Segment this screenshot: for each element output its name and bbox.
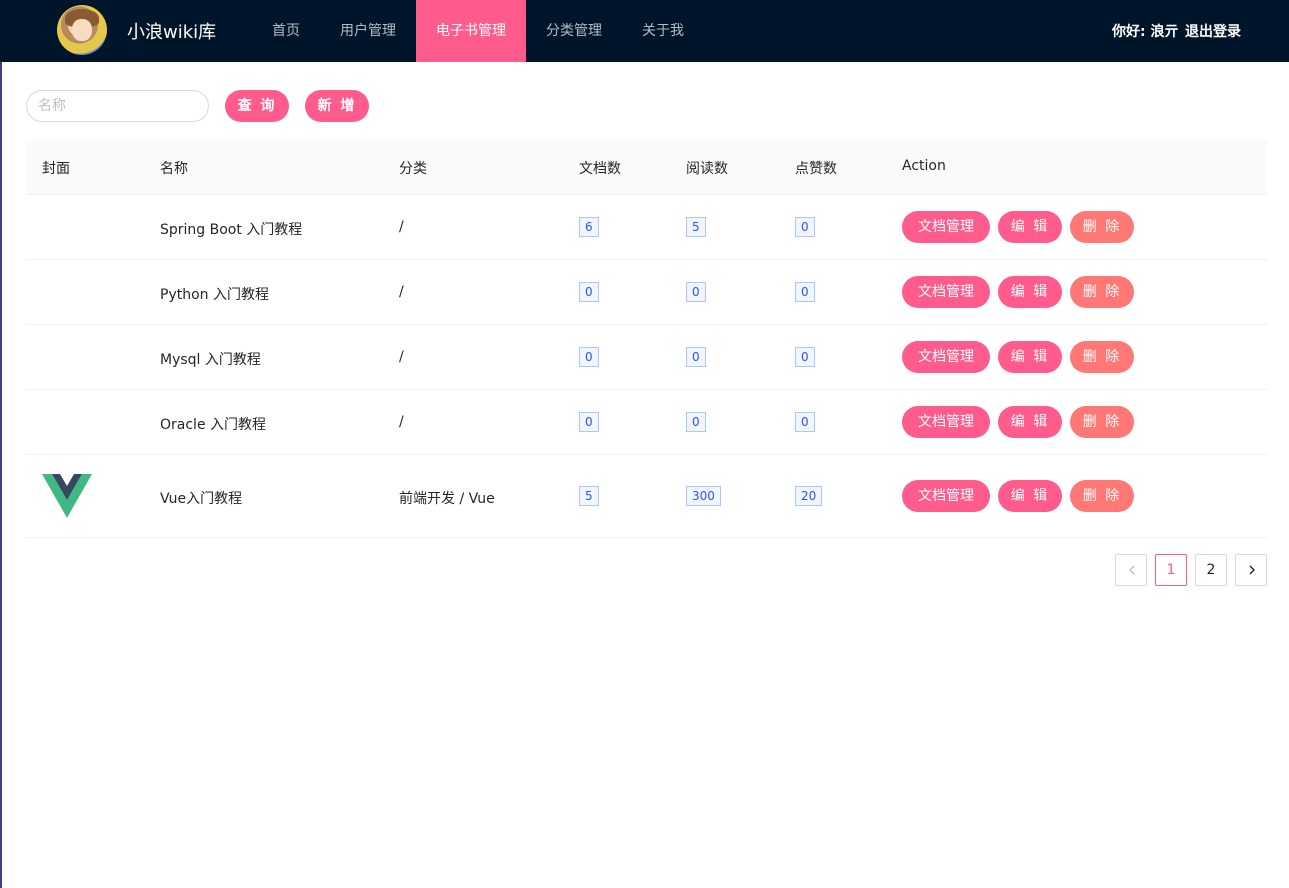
nav-ebooks[interactable]: 电子书管理 <box>416 0 526 62</box>
delete-button[interactable]: 删 除 <box>1070 406 1134 438</box>
edit-button[interactable]: 编 辑 <box>998 480 1062 512</box>
top-header: 小浪wiki库 首页 用户管理 电子书管理 分类管理 关于我 你好: 浪亓 退出… <box>0 0 1289 62</box>
like-count-badge: 0 <box>795 347 815 367</box>
doc-manage-button[interactable]: 文档管理 <box>902 276 990 308</box>
book-category: / <box>399 284 404 300</box>
like-count-badge: 0 <box>795 217 815 237</box>
book-name: Mysql 入门教程 <box>160 352 261 368</box>
doc-count-badge: 6 <box>579 217 599 237</box>
chevron-right-icon <box>1249 565 1255 575</box>
window-edge <box>0 0 2 888</box>
ebook-table: 封面 名称 分类 文档数 阅读数 点赞数 Action Spring Boot … <box>26 140 1267 538</box>
doc-manage-button[interactable]: 文档管理 <box>902 406 990 438</box>
book-category: / <box>399 349 404 365</box>
doc-manage-button[interactable]: 文档管理 <box>902 211 990 243</box>
header-views: 阅读数 <box>686 161 728 177</box>
book-category: / <box>399 414 404 430</box>
table-row: Python 入门教程 / 0 0 0 文档管理 编 辑 删 除 <box>26 260 1267 325</box>
table-row: Spring Boot 入门教程 / 6 5 0 文档管理 编 辑 删 除 <box>26 195 1267 260</box>
doc-manage-button[interactable]: 文档管理 <box>902 341 990 373</box>
view-count-badge: 0 <box>686 282 706 302</box>
edit-button[interactable]: 编 辑 <box>998 211 1062 243</box>
header-cover: 封面 <box>42 161 70 177</box>
view-count-badge: 0 <box>686 347 706 367</box>
doc-count-badge: 0 <box>579 282 599 302</box>
name-search-input[interactable] <box>26 90 209 122</box>
logout-link[interactable]: 退出登录 <box>1185 21 1241 41</box>
nav-users[interactable]: 用户管理 <box>320 0 416 62</box>
doc-count-badge: 0 <box>579 347 599 367</box>
header-likes: 点赞数 <box>795 161 837 177</box>
book-category: / <box>399 219 404 235</box>
add-button[interactable]: 新 增 <box>305 90 369 122</box>
doc-manage-button[interactable]: 文档管理 <box>902 480 990 512</box>
book-category: 前端开发 / Vue <box>399 491 495 507</box>
header-docs: 文档数 <box>579 161 621 177</box>
doc-count-badge: 0 <box>579 412 599 432</box>
table-header: 封面 名称 分类 文档数 阅读数 点赞数 Action <box>26 140 1267 195</box>
table-row: Mysql 入门教程 / 0 0 0 文档管理 编 辑 删 除 <box>26 325 1267 390</box>
delete-button[interactable]: 删 除 <box>1070 211 1134 243</box>
view-count-badge: 0 <box>686 412 706 432</box>
edit-button[interactable]: 编 辑 <box>998 341 1062 373</box>
query-button[interactable]: 查 询 <box>225 90 289 122</box>
page-2-button[interactable]: 2 <box>1195 554 1227 586</box>
like-count-badge: 20 <box>795 486 823 506</box>
delete-button[interactable]: 删 除 <box>1070 276 1134 308</box>
brand-title: 小浪wiki库 <box>127 22 217 43</box>
avatar[interactable] <box>57 5 107 55</box>
vue-logo-icon <box>42 474 92 518</box>
book-name: Python 入门教程 <box>160 287 269 303</box>
prev-page-button[interactable] <box>1115 554 1147 586</box>
user-greeting: 你好: 浪亓 <box>1112 24 1179 40</box>
nav-categories[interactable]: 分类管理 <box>526 0 622 62</box>
delete-button[interactable]: 删 除 <box>1070 480 1134 512</box>
page-1-button[interactable]: 1 <box>1155 554 1187 586</box>
like-count-badge: 0 <box>795 412 815 432</box>
edit-button[interactable]: 编 辑 <box>998 276 1062 308</box>
book-name: Vue入门教程 <box>160 491 243 507</box>
view-count-badge: 300 <box>686 486 721 506</box>
table-row: Oracle 入门教程 / 0 0 0 文档管理 编 辑 删 除 <box>26 390 1267 455</box>
doc-count-badge: 5 <box>579 486 599 506</box>
table-row: Vue入门教程 前端开发 / Vue 5 300 20 文档管理 编 辑 删 除 <box>26 455 1267 538</box>
next-page-button[interactable] <box>1235 554 1267 586</box>
chevron-left-icon <box>1129 565 1135 575</box>
edit-button[interactable]: 编 辑 <box>998 406 1062 438</box>
view-count-badge: 5 <box>686 217 706 237</box>
header-action: Action <box>902 158 946 174</box>
nav-home[interactable]: 首页 <box>252 0 320 62</box>
header-name: 名称 <box>160 161 188 177</box>
like-count-badge: 0 <box>795 282 815 302</box>
header-category: 分类 <box>399 161 427 177</box>
nav-about[interactable]: 关于我 <box>622 0 704 62</box>
book-name: Oracle 入门教程 <box>160 417 267 433</box>
main-nav: 首页 用户管理 电子书管理 分类管理 关于我 <box>252 0 704 62</box>
book-name: Spring Boot 入门教程 <box>160 222 303 238</box>
delete-button[interactable]: 删 除 <box>1070 341 1134 373</box>
